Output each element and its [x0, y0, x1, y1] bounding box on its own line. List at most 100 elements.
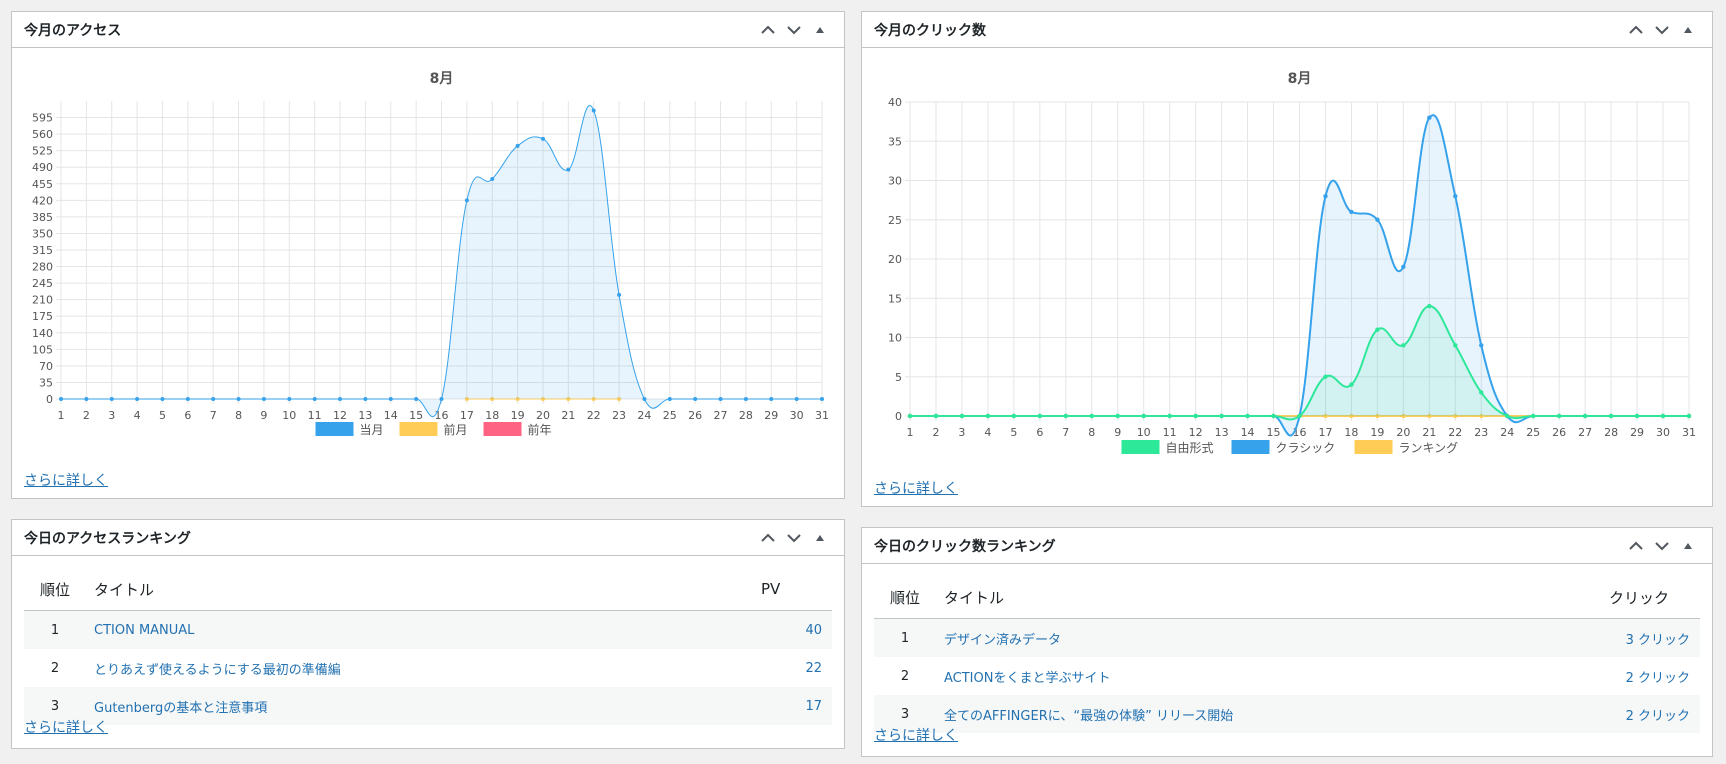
click-chart-panel: 今月のクリック数 8月 0 5 10 15 20 25 30 35 40 1 2 3 4 5 6 7 8 9 10 11…	[861, 11, 1713, 507]
x-tick-label: 20	[1396, 426, 1410, 439]
more-details-link[interactable]: さらに詳しく	[24, 717, 108, 737]
panel-title: 今月のクリック数	[874, 22, 986, 39]
table-row: 1 CTION MANUAL 40	[24, 610, 832, 649]
data-point	[1453, 194, 1458, 199]
more-details-link[interactable]: さらに詳しく	[874, 478, 958, 498]
x-tick-label: 21	[561, 409, 575, 422]
legend-label: ランキング	[1399, 441, 1459, 455]
x-tick-label: 29	[764, 409, 778, 422]
article-link[interactable]: デザイン済みデータ	[944, 633, 1061, 648]
move-up-button[interactable]	[756, 526, 780, 550]
data-point	[1660, 413, 1666, 419]
collapse-toggle-button[interactable]	[1676, 18, 1700, 42]
y-tick-label: 560	[32, 128, 53, 141]
data-point	[211, 397, 216, 401]
more-details-link[interactable]: さらに詳しく	[24, 470, 108, 490]
data-point	[693, 397, 698, 401]
y-tick-label: 385	[32, 211, 53, 224]
x-tick-label: 6	[184, 409, 191, 422]
article-link[interactable]: 全てのAFFINGERに、“最強の体験” リリース開始	[944, 709, 1233, 724]
access-ranking-table: 順位 タイトル PV 1 CTION MANUAL 40 2 とりあえず使えるよ…	[24, 568, 832, 725]
legend-label: 自由形式	[1166, 441, 1214, 455]
rank-column-header: 順位	[24, 568, 86, 611]
article-link[interactable]: とりあえず使えるようにする最初の準備編	[94, 663, 341, 678]
collapse-toggle-button[interactable]	[808, 526, 832, 550]
data-point	[1556, 413, 1562, 419]
x-tick-label: 20	[536, 409, 550, 422]
panel-title: 今月のアクセス	[24, 22, 122, 39]
title-column-header: タイトル	[86, 568, 760, 611]
rank-cell: 1	[874, 618, 936, 657]
data-point	[312, 397, 317, 401]
move-up-button[interactable]	[1624, 18, 1648, 42]
y-tick-label: 525	[32, 145, 53, 158]
y-tick-label: 25	[888, 214, 902, 227]
y-tick-label: 35	[888, 135, 902, 148]
y-tick-label: 5	[895, 371, 902, 384]
x-tick-label: 26	[688, 409, 702, 422]
chart-title: 8月	[430, 71, 454, 87]
data-point	[1349, 209, 1354, 215]
x-tick-label: 27	[714, 409, 728, 422]
y-tick-label: 175	[32, 310, 53, 323]
article-link[interactable]: CTION MANUAL	[94, 623, 194, 638]
x-tick-label: 23	[612, 409, 626, 422]
y-tick-label: 40	[888, 96, 902, 109]
pv-count-link[interactable]: 17	[805, 699, 822, 714]
collapse-toggle-button[interactable]	[1676, 534, 1700, 558]
data-point	[1608, 413, 1614, 419]
move-up-button[interactable]	[1624, 534, 1648, 558]
click-count-link[interactable]: 3 クリック	[1626, 633, 1690, 648]
legend-swatch	[483, 422, 522, 436]
x-tick-label: 19	[511, 409, 525, 422]
legend-swatch	[399, 422, 438, 436]
move-down-button[interactable]	[1650, 534, 1674, 558]
move-down-button[interactable]	[782, 526, 806, 550]
data-point	[933, 413, 939, 419]
data-point	[1479, 343, 1484, 348]
legend-label: クラシック	[1276, 441, 1336, 455]
data-point	[160, 397, 165, 401]
more-details-link[interactable]: さらに詳しく	[874, 725, 958, 745]
collapse-toggle-button[interactable]	[808, 18, 832, 42]
data-point	[1531, 413, 1536, 419]
x-tick-label: 6	[1036, 426, 1043, 439]
move-down-button[interactable]	[1650, 18, 1674, 42]
x-tick-label: 17	[460, 409, 474, 422]
x-tick-label: 15	[409, 409, 423, 422]
y-tick-label: 105	[32, 343, 53, 356]
access-ranking-header: 今日のアクセスランキング	[12, 520, 844, 556]
data-point	[1219, 413, 1224, 419]
legend-label: 当月	[360, 423, 384, 437]
x-tick-label: 22	[1448, 426, 1462, 439]
data-point	[439, 397, 444, 401]
table-header-row: 順位 タイトル クリック	[874, 576, 1700, 619]
click-count-link[interactable]: 2 クリック	[1626, 671, 1690, 686]
data-point	[959, 413, 965, 419]
article-link[interactable]: ACTIONをくまと学ぶサイト	[944, 671, 1110, 686]
access-chart-panel: 今月のアクセス 8月 0 35 70 105 140 175 210 245 280 315 350 3…	[11, 11, 845, 499]
pv-count-link[interactable]: 40	[805, 623, 822, 638]
x-tick-label: 25	[663, 409, 677, 422]
click-count-link[interactable]: 2 クリック	[1626, 709, 1690, 724]
x-tick-label: 12	[333, 409, 347, 422]
move-up-button[interactable]	[756, 18, 780, 42]
legend-swatch	[315, 422, 354, 436]
chart-title: 8月	[1288, 71, 1312, 87]
data-point	[985, 413, 991, 419]
table-header-row: 順位 タイトル PV	[24, 568, 832, 611]
y-tick-label: 0	[895, 410, 902, 423]
data-point	[642, 397, 647, 401]
move-down-button[interactable]	[782, 18, 806, 42]
pv-count-link[interactable]: 22	[805, 661, 822, 676]
data-point	[743, 397, 748, 401]
data-point	[667, 397, 672, 401]
x-tick-label: 4	[984, 426, 991, 439]
table-row: 3 Gutenbergの基本と注意事項 17	[24, 687, 832, 725]
data-point	[1634, 413, 1640, 419]
x-tick-label: 28	[739, 409, 753, 422]
x-tick-label: 14	[1241, 426, 1255, 439]
x-tick-label: 13	[358, 409, 372, 422]
article-link[interactable]: Gutenbergの基本と注意事項	[94, 701, 267, 716]
x-tick-label: 18	[485, 409, 499, 422]
